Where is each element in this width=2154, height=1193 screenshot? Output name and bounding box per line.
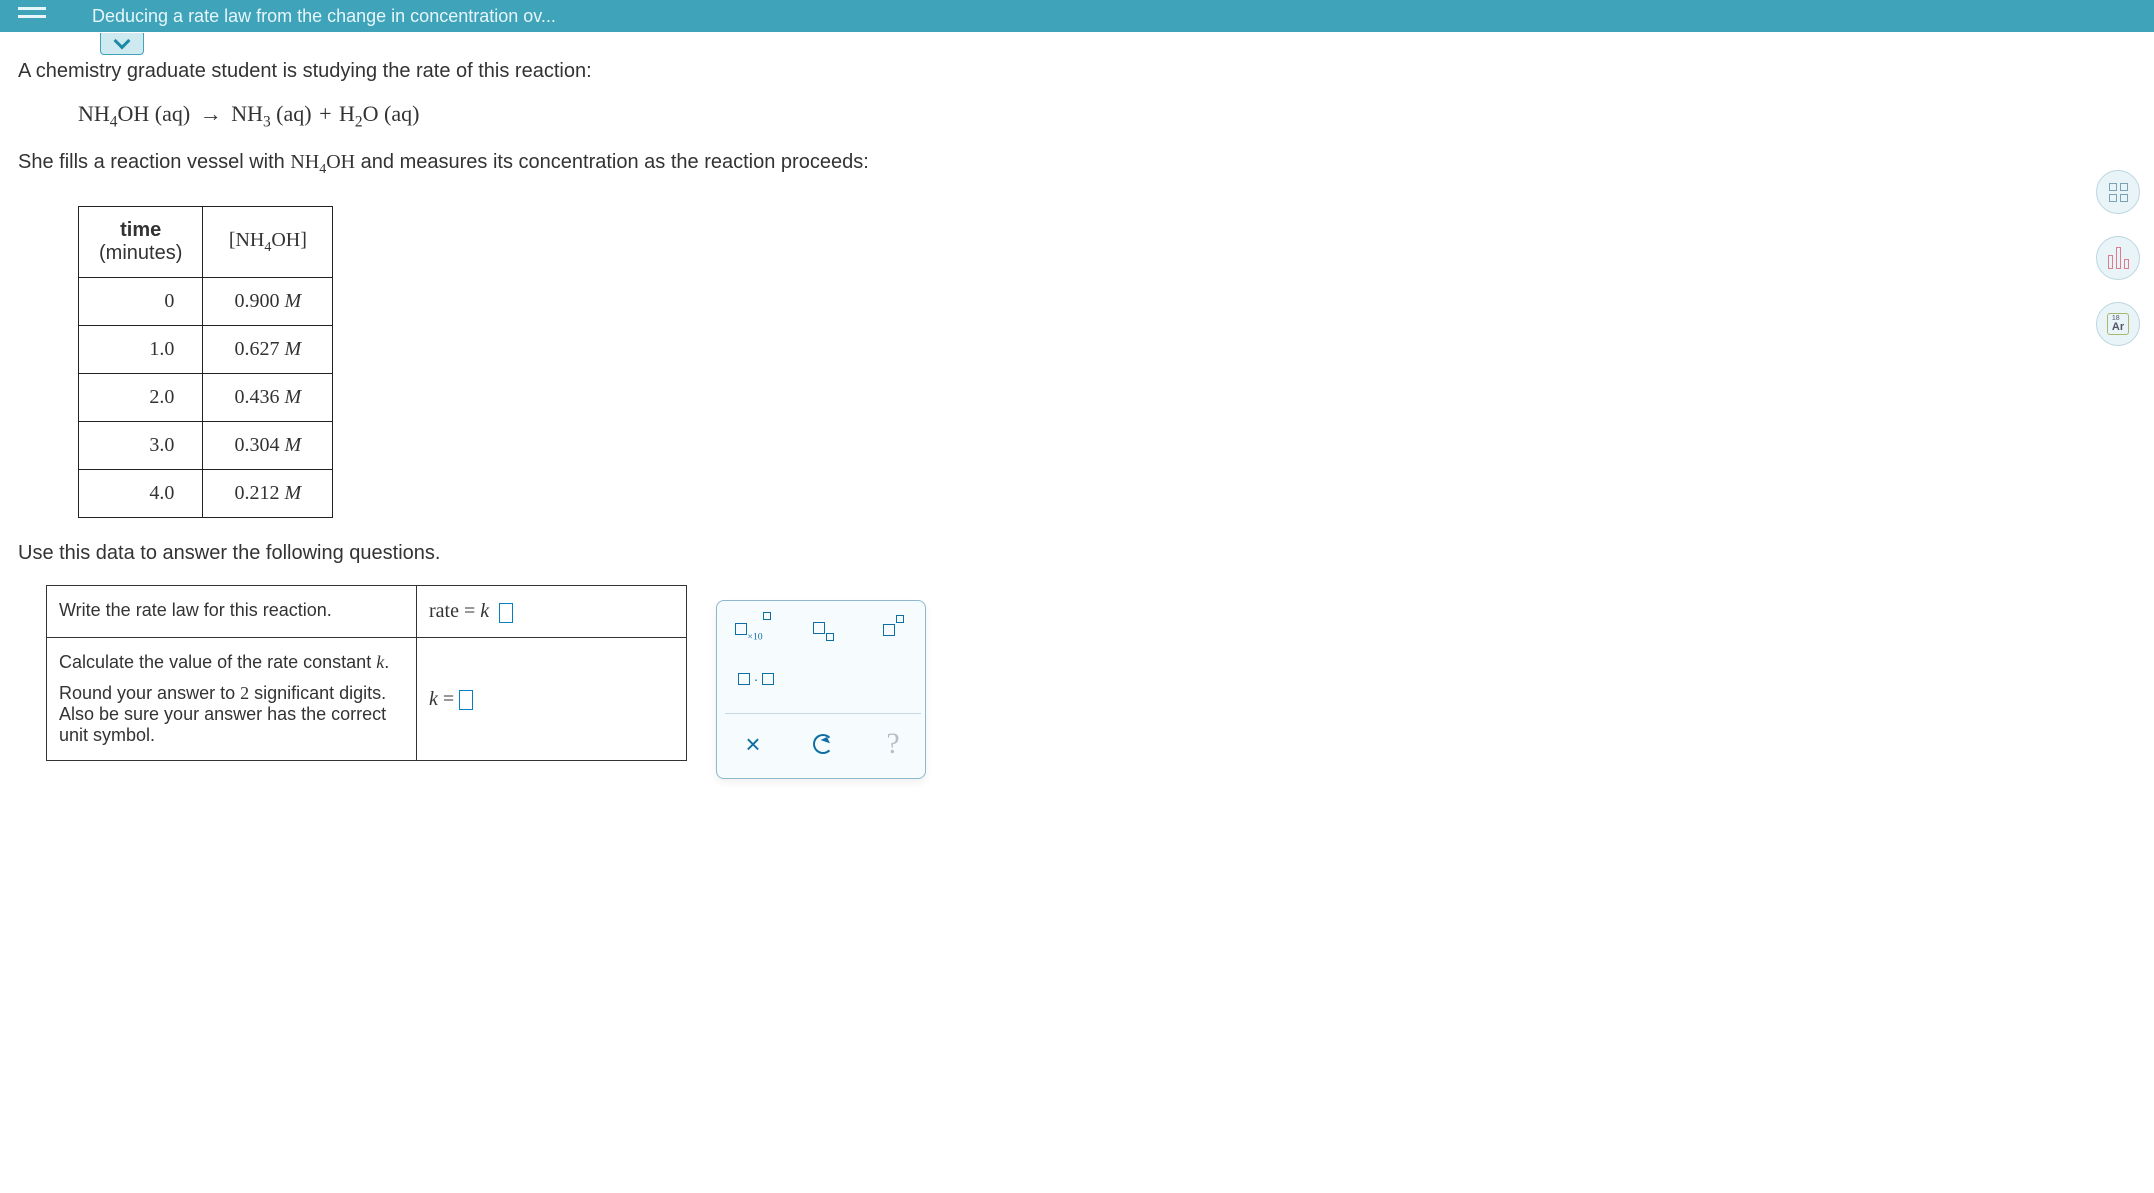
col-time-header: time (minutes) (79, 207, 203, 278)
symbol-toolbox: ×10 · × ? (716, 600, 926, 779)
menu-icon[interactable] (18, 15, 46, 18)
q2-prompt: Calculate the value of the rate constant… (47, 638, 417, 761)
question-row-1: Write the rate law for this reaction. ra… (47, 586, 687, 638)
section-dropdown[interactable] (100, 33, 144, 55)
periodic-table-tool[interactable]: 18 Ar (2096, 302, 2140, 346)
toolbox-separator (725, 713, 921, 714)
question-row-2: Calculate the value of the rate constant… (47, 638, 687, 761)
superscript-button[interactable] (871, 613, 915, 649)
chevron-down-icon (114, 33, 131, 50)
grid-icon (2109, 183, 2128, 202)
problem-content: A chemistry graduate student is studying… (0, 32, 2154, 801)
table-row: 3.00.304 M (79, 422, 333, 470)
data-table-tool[interactable] (2096, 170, 2140, 214)
side-tools: 18 Ar (2096, 170, 2140, 346)
undo-icon (813, 734, 833, 754)
intro-text-1: A chemistry graduate student is studying… (18, 60, 2136, 83)
col-conc-header: [NH4OH] (203, 207, 333, 278)
table-row: 00.900 M (79, 278, 333, 326)
table-row: 1.00.627 M (79, 326, 333, 374)
page-title: Deducing a rate law from the change in c… (92, 6, 556, 27)
clear-button[interactable]: × (731, 726, 775, 762)
concentration-table: time (minutes) [NH4OH] 00.900 M 1.00.627… (78, 206, 333, 518)
q1-prompt: Write the rate law for this reaction. (47, 586, 417, 638)
subscript-button[interactable] (801, 613, 845, 649)
reaction-equation: NH4OH (aq) → NH3 (aq) + H2O (aq) (78, 101, 2136, 131)
answer-table: Write the rate law for this reaction. ra… (46, 585, 687, 761)
table-row: 2.00.436 M (79, 374, 333, 422)
multiply-dot-button[interactable]: · (731, 663, 781, 699)
intro-text-2: She fills a reaction vessel with NH4OH a… (18, 151, 2136, 178)
q2-answer-cell[interactable]: k = (417, 638, 687, 761)
table-row: 4.00.212 M (79, 470, 333, 518)
scientific-notation-button[interactable]: ×10 (731, 613, 775, 649)
header-bar: Deducing a rate law from the change in c… (0, 0, 2154, 32)
instruction-text: Use this data to answer the following qu… (18, 542, 2136, 565)
graph-tool[interactable] (2096, 236, 2140, 280)
table-header-row: time (minutes) [NH4OH] (79, 207, 333, 278)
undo-button[interactable] (801, 726, 845, 762)
bar-chart-icon (2108, 247, 2129, 269)
help-button[interactable]: ? (871, 726, 915, 762)
rate-law-input[interactable] (499, 603, 513, 623)
rate-constant-input[interactable] (459, 690, 473, 710)
q1-answer-cell[interactable]: rate = k (417, 586, 687, 638)
element-icon: 18 Ar (2107, 313, 2129, 335)
